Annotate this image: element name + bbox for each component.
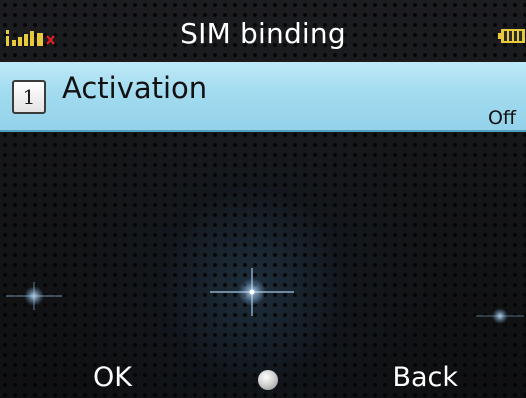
sparkle-center <box>210 268 294 316</box>
phone-screen: SIM binding 1 Activation Off OK Back <box>0 0 526 398</box>
center-key-icon[interactable] <box>258 370 278 390</box>
sparkle-right <box>476 308 524 324</box>
back-softkey[interactable]: Back <box>392 360 458 396</box>
list-item-activation[interactable]: 1 Activation Off <box>0 62 526 132</box>
item-label: Activation <box>62 71 208 105</box>
item-value: Off <box>487 107 516 129</box>
softkey-bar: OK Back <box>0 352 526 398</box>
screen-title: SIM binding <box>180 17 346 50</box>
ok-softkey[interactable]: OK <box>93 360 132 396</box>
status-bar: SIM binding <box>0 0 526 62</box>
sparkle-left <box>6 282 62 310</box>
battery-icon <box>498 29 525 43</box>
item-number-badge: 1 <box>12 80 46 114</box>
